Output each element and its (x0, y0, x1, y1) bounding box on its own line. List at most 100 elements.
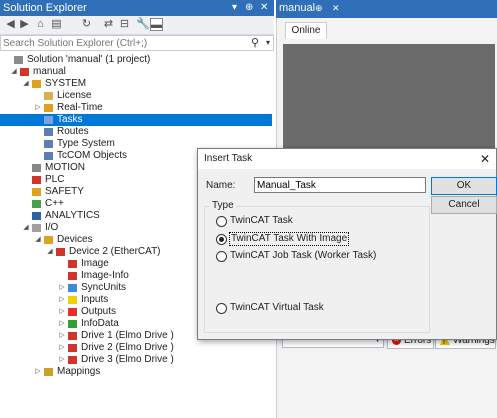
radio-button[interactable] (216, 234, 227, 245)
solution-explorer-toolbar: ◀ ▶ ⌂ ▤ ↻ ⇄ ⊟ 🔧 ▬ (0, 16, 274, 35)
tree-item-label: Type System (57, 138, 115, 149)
expand-arrow-icon[interactable]: ▷ (58, 306, 66, 318)
tree-item-label: License (57, 90, 92, 101)
tree-item-label: MOTION (45, 162, 85, 173)
safety-icon (32, 188, 41, 196)
tree-item-label: Routes (57, 126, 89, 137)
mappings-icon (44, 368, 53, 376)
expand-arrow-icon[interactable]: ▷ (58, 294, 66, 306)
collapse-arrow-icon[interactable]: ◢ (22, 78, 30, 90)
home-icon[interactable]: ⌂ (34, 18, 47, 31)
system-icon (32, 80, 41, 88)
tree-item[interactable]: License (0, 90, 272, 102)
tree-item-label: Mappings (57, 366, 101, 377)
radio-label: TwinCAT Virtual Task (230, 302, 324, 313)
tree-item-label: Image (81, 258, 109, 269)
cancel-button[interactable]: Cancel (431, 196, 497, 214)
solution-icon (14, 56, 23, 64)
tree-item[interactable]: ▷ Real-Time (0, 102, 272, 114)
tree-item[interactable]: Solution 'manual' (1 project) (0, 54, 272, 66)
preview-icon[interactable]: ▬ (150, 18, 163, 31)
dialog-title-bar: Insert Task ✕ (198, 149, 496, 169)
plc-icon (32, 176, 41, 184)
search-box[interactable]: ⚲ ▾ (0, 35, 274, 51)
tree-item-label: I/O (45, 222, 59, 233)
tree-item-label: Real-Time (57, 102, 103, 113)
tree-item-label: Inputs (81, 294, 109, 305)
document-tab-label: manual (279, 2, 316, 14)
tab-online[interactable]: Online (285, 22, 327, 39)
pin-icon[interactable]: ⊕ (245, 0, 253, 16)
outputs-icon (68, 308, 77, 316)
inputs-icon (68, 296, 77, 304)
name-input[interactable] (255, 178, 425, 192)
tree-item[interactable]: ▷ Drive 2 (Elmo Drive ) (0, 342, 272, 354)
tree-item-label: ANALYTICS (45, 210, 100, 221)
tree-item-label: TcCOM Objects (57, 150, 128, 161)
radio-button[interactable] (216, 303, 227, 314)
pin-icon[interactable]: ⊕ (315, 0, 323, 16)
radio-button[interactable] (216, 216, 227, 227)
search-icon[interactable]: ⚲ (251, 36, 259, 50)
history-icon[interactable]: ↻ (80, 18, 93, 31)
tree-item[interactable]: Routes (0, 126, 272, 138)
tree-item-label: SyncUnits (81, 282, 127, 293)
close-icon[interactable]: ✕ (480, 149, 490, 169)
expand-arrow-icon[interactable]: ▷ (34, 102, 42, 114)
collapse-arrow-icon[interactable]: ◢ (46, 246, 54, 258)
close-icon[interactable]: ✕ (260, 0, 268, 16)
window-menu-icon[interactable]: ▾ (232, 0, 237, 16)
tree-item-label: Drive 2 (Elmo Drive ) (81, 342, 174, 353)
tree-item-label: Device 2 (EtherCAT) (69, 246, 161, 257)
name-field[interactable] (254, 177, 426, 193)
sync-icon[interactable]: ⇄ (102, 18, 115, 31)
tree-item-label: SAFETY (45, 186, 84, 197)
realtime-icon (44, 104, 53, 112)
tree-item[interactable]: ▷ Drive 3 (Elmo Drive ) (0, 354, 272, 366)
drive-icon (68, 332, 77, 340)
ok-button[interactable]: OK (431, 177, 497, 195)
expand-arrow-icon[interactable]: ▷ (58, 354, 66, 366)
tree-item-label: Outputs (81, 306, 117, 317)
tree-item[interactable]: ▷ Mappings (0, 366, 272, 378)
drive-icon (68, 344, 77, 352)
tree-item-label: Tasks (57, 114, 83, 125)
tree-item-label: C++ (45, 198, 64, 209)
cpp-icon (32, 200, 41, 208)
close-icon[interactable]: ✕ (332, 0, 340, 16)
properties-icon[interactable]: 🔧 (136, 18, 150, 31)
tree-item-label: manual (33, 66, 66, 77)
tree-item-label: Image-Info (81, 270, 129, 281)
tasks-icon (44, 116, 53, 124)
collapse-all-icon[interactable]: ⊟ (118, 18, 131, 31)
tree-item[interactable]: ◢ SYSTEM (0, 78, 272, 90)
project-icon (20, 68, 29, 76)
search-input[interactable] (3, 36, 243, 50)
forward-icon[interactable]: ▶ (18, 18, 31, 31)
type-system-icon (44, 140, 53, 148)
motion-icon (32, 164, 41, 172)
expand-arrow-icon[interactable]: ▷ (58, 318, 66, 330)
expand-arrow-icon[interactable]: ▷ (58, 330, 66, 342)
collapse-arrow-icon[interactable]: ◢ (22, 222, 30, 234)
collapse-arrow-icon[interactable]: ◢ (34, 234, 42, 246)
expand-arrow-icon[interactable]: ▷ (58, 342, 66, 354)
chevron-down-icon[interactable]: ▾ (266, 36, 270, 50)
tree-item[interactable]: ◢ manual (0, 66, 272, 78)
tree-item[interactable]: Tasks (0, 114, 272, 126)
tree-item-label: Devices (57, 234, 93, 245)
ethercat-icon (56, 248, 65, 256)
back-icon[interactable]: ◀ (4, 18, 17, 31)
routes-icon (44, 128, 53, 136)
expand-arrow-icon[interactable]: ▷ (34, 366, 42, 378)
expand-arrow-icon[interactable]: ▷ (58, 282, 66, 294)
collapse-arrow-icon[interactable]: ◢ (10, 66, 18, 78)
tccom-icon (44, 152, 53, 160)
drive-icon (68, 356, 77, 364)
radio-button[interactable] (216, 251, 227, 262)
solution-view-icon[interactable]: ▤ (50, 18, 63, 31)
document-tab-manual[interactable]: manual ⊕ ✕ (276, 0, 346, 16)
io-icon (32, 224, 41, 232)
infodata-icon (68, 320, 77, 328)
type-group-label: Type (210, 200, 236, 211)
